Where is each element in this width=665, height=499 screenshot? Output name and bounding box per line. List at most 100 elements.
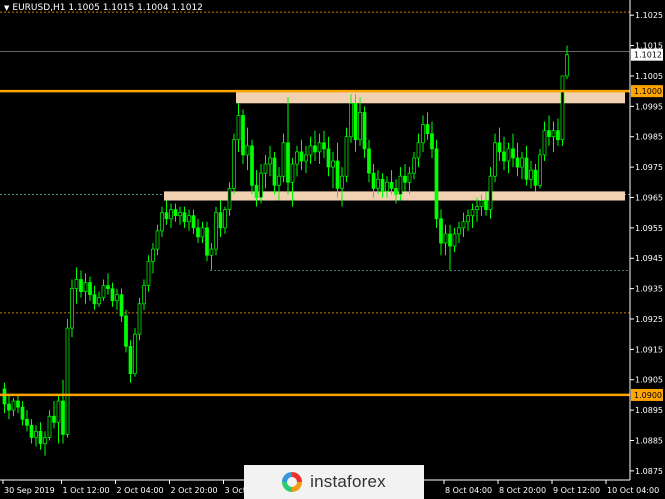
watermark: instaforex	[244, 465, 424, 499]
candle-41	[187, 209, 191, 231]
candle-90	[407, 167, 412, 195]
candle-7	[34, 425, 38, 447]
candle-body	[344, 136, 349, 177]
candle-body	[556, 130, 560, 141]
candle-body	[83, 282, 88, 292]
candle-113	[511, 133, 515, 168]
candle-body	[295, 151, 299, 165]
candle-6	[29, 419, 34, 444]
candle-body	[335, 160, 340, 189]
candle-95	[430, 121, 434, 158]
candle-body	[353, 102, 358, 141]
candle-body	[160, 212, 164, 232]
candle-body	[187, 215, 191, 223]
level-price-label: 1.0900	[634, 391, 662, 400]
caret-down-icon[interactable]: ▼	[4, 4, 9, 12]
candle-body	[538, 154, 542, 186]
candle-body	[542, 130, 547, 156]
candle-20	[92, 285, 97, 310]
candle-38	[173, 203, 178, 222]
candle-65	[295, 145, 299, 177]
candle-body	[74, 279, 79, 289]
price-chart[interactable]: 1.10251.10151.10051.09951.09851.09751.09…	[0, 0, 665, 499]
candle-body	[178, 212, 182, 217]
candle-2	[11, 397, 16, 417]
candle-body	[290, 163, 295, 183]
candle-body	[461, 221, 466, 229]
candle-31	[142, 279, 146, 310]
candle-body	[331, 160, 335, 168]
candle-15	[70, 279, 74, 338]
candle-body	[430, 133, 434, 150]
candle-body	[65, 327, 70, 435]
candle-17	[79, 270, 83, 298]
candle-body	[106, 285, 110, 289]
candle-body	[385, 181, 389, 192]
candle-body	[164, 212, 169, 220]
candle-22	[101, 279, 106, 301]
candle-101	[457, 221, 461, 244]
candle-70	[317, 133, 322, 165]
candle-103	[466, 209, 470, 231]
candle-body	[317, 142, 322, 153]
candle-32	[146, 255, 151, 292]
candle-99	[448, 224, 452, 271]
candle-48	[218, 200, 223, 237]
candle-112	[506, 142, 511, 174]
candle-111	[502, 136, 506, 171]
candle-44	[200, 221, 205, 244]
candle-123	[556, 118, 560, 146]
candle-0	[2, 382, 7, 414]
candle-body	[520, 157, 524, 168]
candle-body	[137, 303, 142, 335]
candle-66	[299, 139, 304, 171]
candle-26	[119, 288, 124, 323]
candle-body	[223, 209, 227, 229]
candle-body	[56, 400, 61, 423]
x-tick-label: 8 Oct 20:00	[499, 486, 546, 495]
candle-92	[416, 133, 421, 168]
candle-5	[25, 410, 29, 432]
candle-body	[299, 151, 304, 162]
symbol-line: EURUSD,H1 1.1005 1.1015 1.1004 1.1012	[12, 3, 203, 13]
candle-body	[286, 142, 290, 183]
candle-body	[38, 431, 43, 444]
candle-body	[191, 215, 196, 229]
y-tick-label: 1.0945	[635, 254, 663, 263]
y-tick-label: 1.0875	[635, 467, 663, 476]
candle-53	[241, 109, 245, 165]
candle-body	[7, 403, 11, 411]
y-tick-label: 1.0915	[635, 345, 663, 354]
candle-body	[218, 212, 223, 229]
candle-body	[547, 130, 551, 138]
candle-body	[425, 124, 430, 135]
candle-27	[124, 309, 128, 353]
candle-19	[88, 276, 92, 301]
candle-body	[47, 415, 52, 438]
candle-116	[524, 145, 529, 186]
candle-body	[488, 175, 493, 210]
candle-67	[304, 145, 308, 174]
candle-86	[389, 170, 394, 195]
candle-body	[304, 154, 308, 162]
y-tick-label: 1.1005	[635, 72, 663, 81]
candle-body	[515, 157, 520, 168]
candle-59	[268, 145, 272, 177]
candle-body	[250, 145, 254, 186]
candle-40	[182, 206, 187, 228]
candle-122	[551, 121, 556, 152]
x-tick-label: 8 Oct 04:00	[445, 486, 492, 495]
zone-0	[236, 91, 625, 104]
candle-102	[461, 212, 466, 237]
candle-body	[448, 233, 452, 247]
candle-80	[362, 106, 367, 158]
y-tick-label: 1.0935	[635, 285, 663, 294]
candle-23	[106, 273, 110, 295]
x-tick-label: 9 Oct 12:00	[553, 486, 600, 495]
candle-body	[416, 142, 421, 159]
candle-body	[484, 200, 488, 210]
candle-body	[470, 209, 475, 217]
candle-body	[61, 400, 65, 435]
candle-body	[367, 148, 371, 174]
candle-120	[542, 121, 547, 162]
